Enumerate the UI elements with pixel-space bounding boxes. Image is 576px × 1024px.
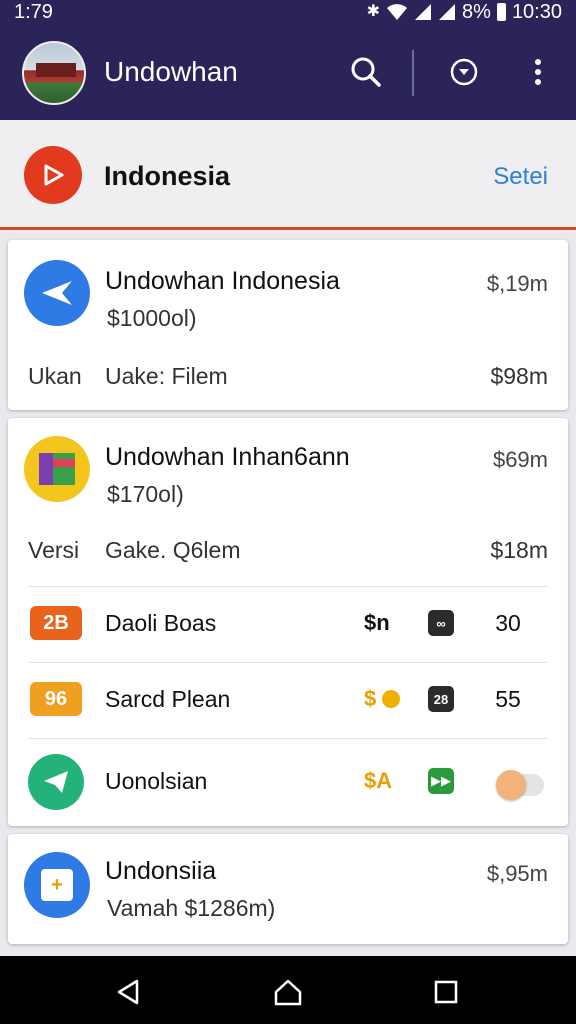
telegram-icon (28, 754, 84, 810)
row-currency-text: $ (364, 686, 377, 711)
row-currency: $n (364, 610, 390, 635)
status-clock: 10:30 (511, 1, 562, 23)
row-divider (28, 586, 548, 587)
row-currency: $ (364, 684, 401, 714)
appbar-divider (412, 50, 414, 96)
recents-button[interactable] (428, 974, 464, 1010)
row-name: Sarcd Plean (105, 686, 231, 712)
toggle-knob (496, 770, 526, 800)
row-currency: $A (364, 768, 393, 793)
search-button[interactable] (346, 52, 386, 92)
section-action-link[interactable]: Setei (493, 162, 548, 192)
item-name: Undowhan Indonesia (105, 267, 340, 295)
row-toggle[interactable] (496, 770, 544, 800)
battery-icon (496, 3, 506, 21)
app-icon (24, 436, 90, 502)
send-icon (24, 260, 90, 326)
back-icon (117, 979, 139, 1005)
search-icon (351, 57, 381, 87)
mute-icon: ✱ (366, 3, 381, 20)
coin-icon (382, 690, 401, 708)
item-meta-right: $18m (490, 537, 548, 563)
download-app-icon: + (24, 852, 90, 918)
item-meta-left: Versi (28, 537, 80, 563)
row-badge: 2B (30, 606, 82, 640)
item-amount: $,19m (486, 271, 548, 296)
app-bar: Undowhan (0, 24, 576, 120)
phone-app-icon[interactable]: ▶▶ (428, 768, 454, 794)
item-subtitle: $1000ol) (107, 305, 197, 331)
item-name: Undonsiia (105, 857, 217, 885)
item-name: Undowhan Inhan6ann (105, 443, 350, 471)
signal-icon-2 (439, 4, 456, 20)
row-value: 55 (495, 686, 521, 712)
home-icon (274, 979, 302, 1006)
recents-icon (434, 980, 458, 1004)
list-item[interactable]: Undowhan Inhan6ann $170ol) $69m Versi Ga… (8, 418, 568, 826)
app-logo[interactable] (22, 41, 86, 105)
row-value: 30 (495, 610, 521, 636)
section-title: Indonesia (104, 161, 231, 191)
item-amount: $69m (492, 447, 548, 472)
more-options-button[interactable] (518, 52, 558, 92)
home-button[interactable] (270, 974, 306, 1010)
battery-text: 8% (462, 1, 491, 23)
status-icons: ✱ 8% 10:30 (367, 0, 562, 24)
sub-row[interactable]: Uonolsian $A ▶▶ (8, 738, 568, 826)
item-amount: $,95m (486, 861, 548, 886)
row-name: Daoli Boas (105, 610, 217, 636)
more-vert-icon (535, 59, 541, 85)
sub-row[interactable]: 2B Daoli Boas $n ∞ 30 (8, 586, 568, 662)
signal-icon (415, 4, 432, 20)
item-meta-left: Ukan (28, 363, 82, 389)
row-divider (28, 738, 548, 739)
row-divider (28, 662, 548, 663)
row-badge: 96 (30, 682, 82, 716)
app-title: Undowhan (104, 56, 238, 87)
play-icon (24, 146, 82, 204)
item-subtitle: $170ol) (107, 481, 184, 507)
item-meta-mid: Gake. Q6lem (105, 537, 241, 563)
list-item[interactable]: Undowhan Indonesia $1000ol) $,19m Ukan U… (8, 240, 568, 410)
status-time: 1:79 (14, 1, 53, 23)
back-button[interactable] (110, 974, 146, 1010)
item-meta-right: $98m (490, 363, 548, 389)
item-meta-mid: Uake: Filem (105, 363, 228, 389)
section-header: Indonesia Setei (0, 120, 576, 230)
dropdown-button[interactable] (444, 52, 484, 92)
link-icon[interactable]: ∞ (428, 610, 454, 636)
item-subtitle: Vamah $1286m) (107, 895, 276, 921)
row-name: Uonolsian (105, 768, 208, 794)
dropdown-circle-icon (450, 58, 478, 86)
list-item[interactable]: + Undonsiia Vamah $1286m) $,95m (8, 834, 568, 944)
calendar-icon[interactable]: 28 (428, 686, 454, 712)
sub-row[interactable]: 96 Sarcd Plean $ 28 55 (8, 662, 568, 738)
system-nav-bar (0, 956, 576, 1024)
status-bar: 1:79 ✱ 8% 10:30 (0, 0, 576, 24)
wifi-icon (387, 4, 408, 20)
